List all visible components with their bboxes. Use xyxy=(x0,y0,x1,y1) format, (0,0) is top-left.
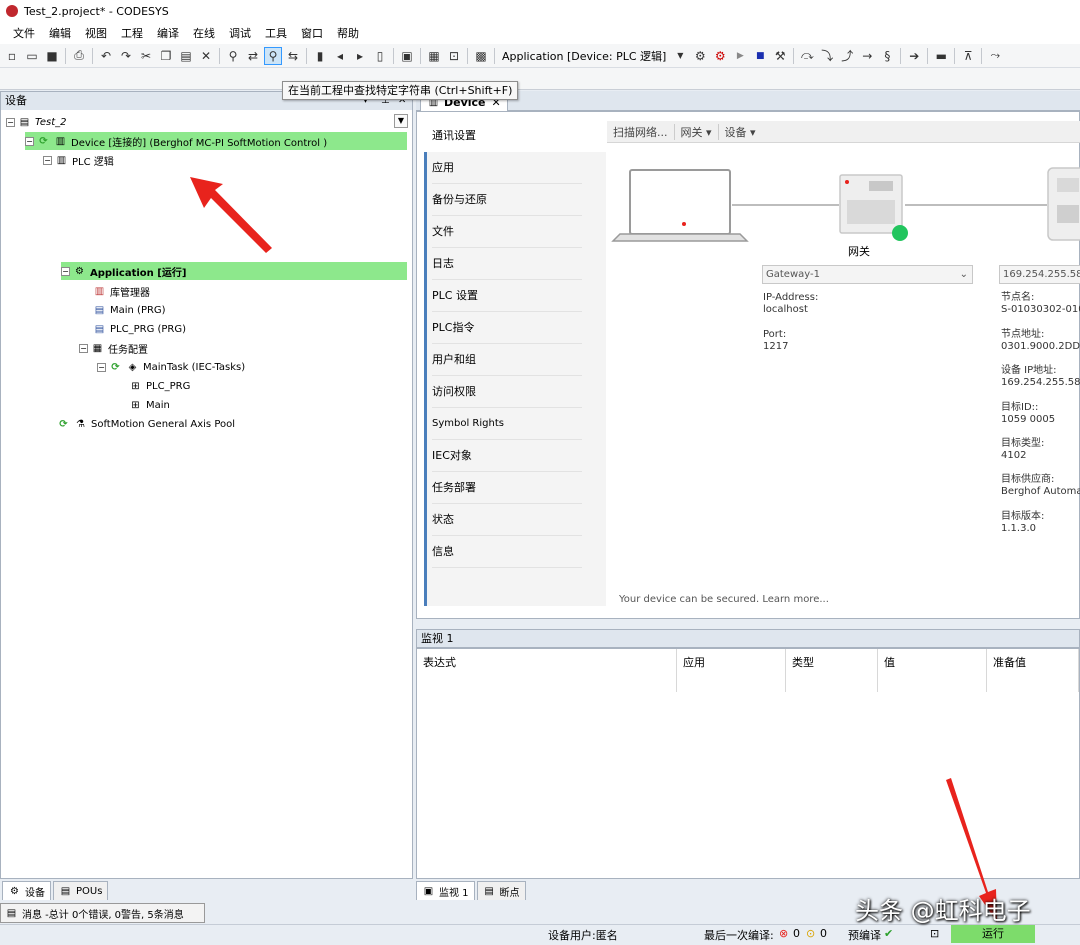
annotation-arrow-run-status xyxy=(946,778,997,922)
watermark: 头条 @虹科电子 xyxy=(855,897,1031,925)
find-in-project-tooltip: 在当前工程中查找特定字符串 (Ctrl+Shift+F) xyxy=(282,81,519,100)
